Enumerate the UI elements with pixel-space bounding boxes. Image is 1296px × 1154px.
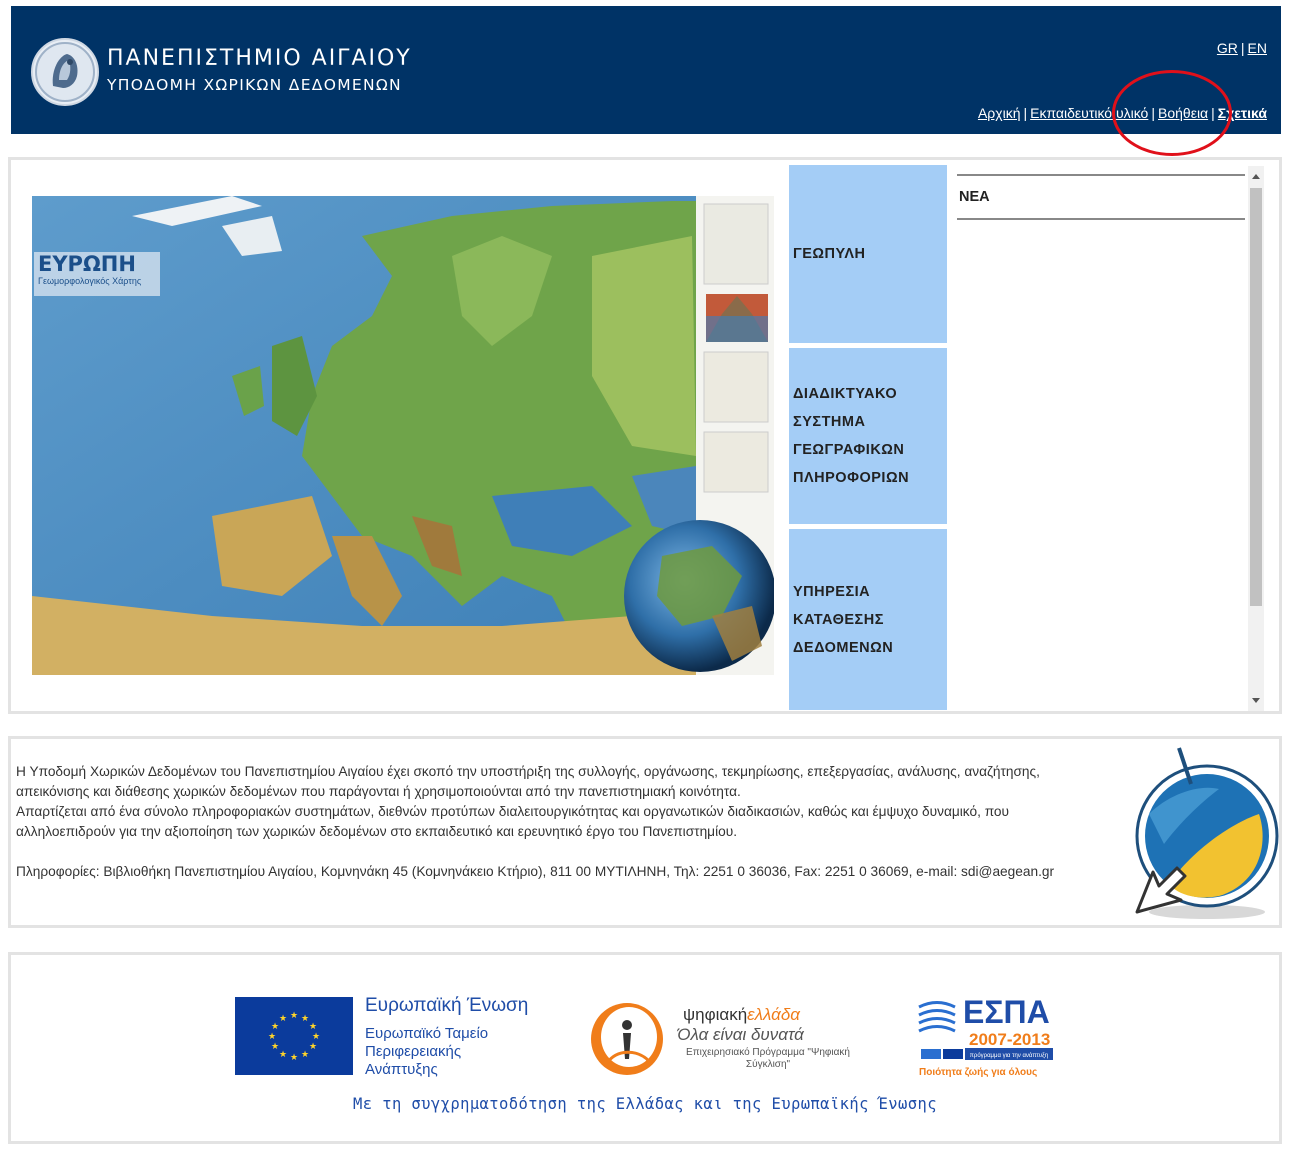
scrollbar-thumb[interactable] xyxy=(1250,188,1262,606)
digital-greece-title-a: ψηφιακή xyxy=(683,1005,748,1024)
map-subtitle: Γεωμορφολογικός Χάρτης xyxy=(38,276,142,286)
news-bottom-divider xyxy=(957,218,1245,220)
digital-greece-title-b: ελλάδα xyxy=(747,1005,800,1024)
svg-text:★: ★ xyxy=(268,1032,276,1042)
nav-home-link[interactable]: Αρχική xyxy=(978,105,1021,121)
news-top-divider xyxy=(957,174,1245,176)
espa-title: ΕΣΠΑ xyxy=(963,994,1050,1030)
sponsor-footer: ★ ★ ★ ★ ★ ★ ★ ★ ★ ★ ★ ★ Ευρωπαϊκή Ένωση Ευρωπαϊκ… xyxy=(8,952,1282,1144)
europe-map-image[interactable]: ΕΥΡΩΠΗ Γεωμορφολογικός Χάρτης xyxy=(32,196,774,675)
svg-text:★: ★ xyxy=(271,1042,279,1052)
site-header: ΠΑΝΕΠΙΣΤΗΜΙΟ ΑΙΓΑΙΟΥ ΥΠΟΔΟΜΗ ΧΩΡΙΚΩΝ ΔΕΔ… xyxy=(11,6,1281,134)
service-menu: ΓΕΩΠΥΛΗ ΔΙΑΔΙΚΤΥΑΚΟ ΣΥΣΤΗΜΑ ΓΕΩΓΡΑΦΙΚΩΝ … xyxy=(789,165,947,710)
svg-text:★: ★ xyxy=(309,1022,317,1032)
digital-greece-program: Επιχειρησιακό Πρόγραμμα "Ψηφιακή Σύγκλισ… xyxy=(686,1047,850,1070)
news-heading: ΝΕΑ xyxy=(959,189,990,205)
digital-greece-slogan: Όλα είναι δυνατά xyxy=(677,1025,804,1044)
description-paragraph-2: Απαρτίζεται από ένα σύνολο πληροφοριακών… xyxy=(16,804,1010,839)
svg-text:★: ★ xyxy=(312,1032,320,1042)
nav-educational-material-link[interactable]: Εκπαιδευτικό υλικό xyxy=(1030,105,1148,121)
digital-greece-title: ψηφιακήελλάδα xyxy=(683,1005,800,1025)
svg-text:★: ★ xyxy=(309,1042,317,1052)
scroll-down-arrow-icon[interactable] xyxy=(1252,698,1260,703)
svg-text:★: ★ xyxy=(301,1050,309,1060)
description-paragraph-1: Η Υποδομή Χωρικών Δεδομένων του Πανεπιστ… xyxy=(16,764,1040,799)
lang-en-link[interactable]: EN xyxy=(1248,40,1267,56)
nav-separator: | xyxy=(1151,105,1155,121)
menu-item-label: ΔΙΑΔΙΚΤΥΑΚΟ ΣΥΣΤΗΜΑ ΓΕΩΓΡΑΦΙΚΩΝ ΠΛΗΡΟΦΟΡ… xyxy=(793,386,910,486)
nav-separator: | xyxy=(1023,105,1028,121)
contact-info: Πληροφορίες: Βιβλιοθήκη Πανεπιστημίου Αι… xyxy=(16,864,1055,879)
espa-slogan: Ποιότητα ζωής για όλους xyxy=(919,1067,1037,1078)
cofunding-statement: Με τη συγχρηματοδότηση της Ελλάδας και τ… xyxy=(353,1095,937,1113)
news-scrollbar[interactable] xyxy=(1248,166,1264,711)
nav-separator: | xyxy=(1211,105,1215,121)
lang-separator: | xyxy=(1240,40,1245,56)
news-panel: ΝΕΑ xyxy=(957,172,1247,712)
menu-item-data-deposit-service[interactable]: ΥΠΗΡΕΣΙΑ ΚΑΤΑΘΕΣΗΣ ΔΕΔΟΜΕΝΩΝ xyxy=(789,529,947,710)
espa-tag: πρόγραμμα για την ανάπτυξη xyxy=(970,1052,1048,1059)
menu-item-geoportal[interactable]: ΓΕΩΠΥΛΗ xyxy=(789,165,947,343)
digital-greece-logo-icon xyxy=(587,999,667,1077)
svg-text:★: ★ xyxy=(290,1053,298,1063)
language-switcher: GR | EN xyxy=(1217,40,1267,56)
menu-item-label: ΥΠΗΡΕΣΙΑ ΚΑΤΑΘΕΣΗΣ ΔΕΔΟΜΕΝΩΝ xyxy=(793,583,894,656)
espa-years: 2007-2013 xyxy=(969,1030,1050,1049)
map-title-overlay: ΕΥΡΩΠΗ Γεωμορφολογικός Χάρτης xyxy=(34,252,160,296)
svg-text:★: ★ xyxy=(279,1050,287,1060)
university-title: ΠΑΝΕΠΙΣΤΗΜΙΟ ΑΙΓΑΙΟΥ xyxy=(107,46,412,71)
university-logo-icon[interactable] xyxy=(31,38,99,106)
info-panel: Η Υποδομή Χωρικών Δεδομένων του Πανεπιστ… xyxy=(8,736,1282,928)
menu-item-web-gis[interactable]: ΔΙΑΔΙΚΤΥΑΚΟ ΣΥΣΤΗΜΑ ΓΕΩΓΡΑΦΙΚΩΝ ΠΛΗΡΟΦΟΡ… xyxy=(789,348,947,524)
university-subtitle: ΥΠΟΔΟΜΗ ΧΩΡΙΚΩΝ ΔΕΔΟΜΕΝΩΝ xyxy=(107,76,402,94)
menu-item-label: ΓΕΩΠΥΛΗ xyxy=(793,246,866,262)
nav-help-link[interactable]: Βοήθεια xyxy=(1158,105,1208,121)
svg-text:★: ★ xyxy=(279,1014,287,1024)
scroll-up-arrow-icon[interactable] xyxy=(1252,174,1260,179)
lang-gr-link[interactable]: GR xyxy=(1217,40,1238,56)
main-panel: ΕΥΡΩΠΗ Γεωμορφολογικός Χάρτης ΓΕΩΠΥΛΗ ΔΙ… xyxy=(8,157,1282,714)
nav-about-link[interactable]: Σχετικά xyxy=(1218,105,1267,121)
eu-flag-icon: ★ ★ ★ ★ ★ ★ ★ ★ ★ ★ ★ ★ xyxy=(235,997,353,1075)
map-title: ΕΥΡΩΠΗ xyxy=(38,252,136,276)
eu-fund-name: Ευρωπαϊκό Ταμείο Περιφερειακής Ανάπτυξης xyxy=(365,1025,489,1078)
svg-text:★: ★ xyxy=(290,1011,298,1021)
top-navigation: Αρχική | Εκπαιδευτικό υλικό | Βοήθεια | Σχετικ… xyxy=(978,105,1267,121)
espa-logo-icon: πρόγραμμα για την ανάπτυξη ΕΣΠΑ 2007-201… xyxy=(917,993,1057,1083)
svg-text:★: ★ xyxy=(271,1022,279,1032)
eu-title: Ευρωπαϊκή Ένωση xyxy=(365,995,529,1016)
sdi-globe-logo-icon xyxy=(1119,744,1279,924)
svg-text:★: ★ xyxy=(301,1014,309,1024)
